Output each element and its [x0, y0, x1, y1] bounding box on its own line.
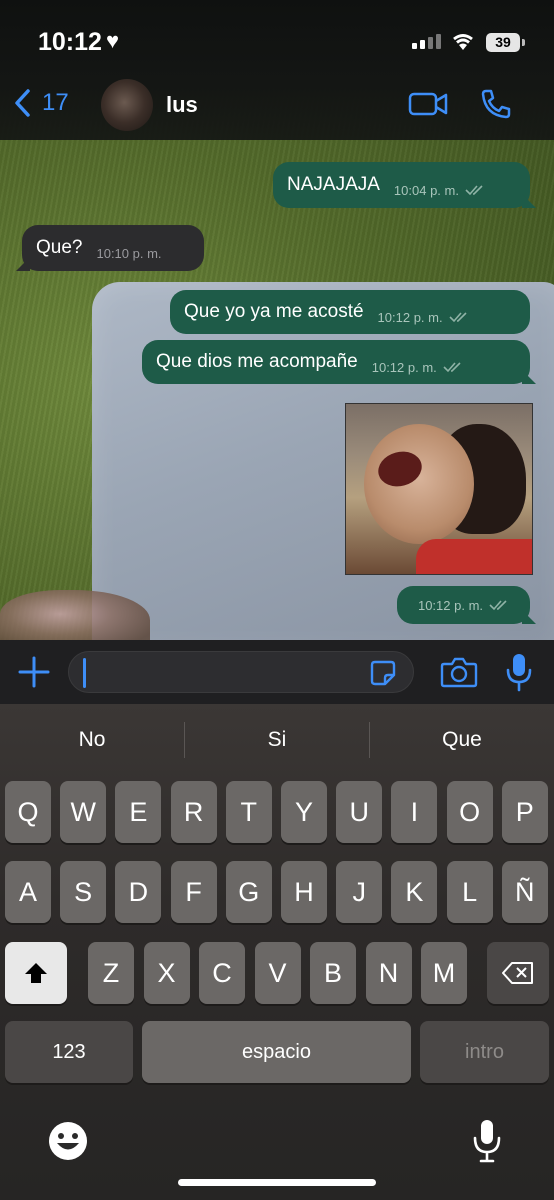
- letter-key[interactable]: G: [225, 861, 272, 923]
- letter-key[interactable]: W: [60, 781, 107, 843]
- message-bubble-incoming[interactable]: Que? 10:10 p. m.: [16, 225, 204, 271]
- double-check-icon: [443, 362, 461, 373]
- letter-key[interactable]: H: [281, 861, 327, 923]
- letter-key[interactable]: X: [143, 942, 190, 1004]
- letter-key[interactable]: S: [60, 861, 107, 923]
- letter-key[interactable]: A: [5, 861, 51, 923]
- letter-key[interactable]: V: [254, 942, 301, 1004]
- heart-icon: ♥: [106, 28, 120, 53]
- return-key[interactable]: intro: [420, 1021, 549, 1083]
- message-meta: 10:12 p. m.: [418, 598, 509, 613]
- message-meta: 10:12 p. m.: [372, 360, 463, 375]
- camera-icon[interactable]: [440, 656, 478, 688]
- message-bubble-outgoing[interactable]: NAJAJAJA 10:04 p. m.: [273, 162, 536, 208]
- emoji-icon[interactable]: [47, 1120, 89, 1162]
- message-input[interactable]: [68, 651, 414, 693]
- top-bar: [0, 0, 554, 140]
- back-button[interactable]: 17: [12, 88, 69, 118]
- letter-key[interactable]: Q: [5, 781, 51, 843]
- letter-key[interactable]: E: [115, 781, 162, 843]
- message-time: 10:12 p. m.: [371, 359, 437, 375]
- message-time: 10:12 p. m.: [417, 597, 484, 613]
- letter-key[interactable]: D: [115, 861, 162, 923]
- delete-key[interactable]: [487, 942, 549, 1004]
- letter-key[interactable]: I: [391, 781, 438, 843]
- cellular-signal-icon: [412, 34, 441, 49]
- numbers-key[interactable]: 123: [5, 1021, 133, 1083]
- home-indicator: [178, 1179, 376, 1186]
- message-text: Que?: [36, 237, 83, 258]
- suggestion-1[interactable]: No: [0, 728, 184, 752]
- photo-face: [364, 424, 474, 544]
- letter-key[interactable]: U: [336, 781, 383, 843]
- message-meta: 10:04 p. m.: [394, 183, 485, 198]
- letter-key[interactable]: M: [421, 942, 467, 1004]
- contact-avatar[interactable]: [101, 79, 153, 131]
- letter-key[interactable]: P: [501, 781, 548, 843]
- message-text: Que dios me acompañe: [156, 351, 358, 372]
- message-bubble-outgoing[interactable]: Que yo ya me acosté 10:12 p. m.: [170, 290, 530, 334]
- message-meta: 10:10 p. m.: [96, 246, 161, 261]
- letter-key[interactable]: Ñ: [501, 861, 548, 923]
- double-check-icon: [489, 600, 507, 611]
- sticker-icon[interactable]: [370, 660, 396, 686]
- double-check-icon: [465, 185, 483, 196]
- letter-key[interactable]: C: [199, 942, 245, 1004]
- letter-key[interactable]: O: [446, 781, 493, 843]
- message-time: 10:10 p. m.: [96, 245, 162, 261]
- letter-key[interactable]: J: [336, 861, 383, 923]
- letter-key[interactable]: R: [170, 781, 217, 843]
- wifi-icon: [453, 34, 473, 50]
- backspace-icon: [502, 962, 533, 984]
- message-bubble-outgoing[interactable]: Que dios me acompañe 10:12 p. m.: [142, 340, 536, 384]
- plus-icon[interactable]: [18, 656, 50, 688]
- message-text: NAJAJAJA: [287, 174, 380, 195]
- dictation-mic-icon[interactable]: [472, 1118, 502, 1164]
- letter-key[interactable]: F: [170, 861, 217, 923]
- back-count: 17: [42, 89, 69, 116]
- message-text: Que yo ya me acosté: [184, 301, 364, 322]
- message-bubble-outgoing[interactable]: 10:12 p. m.: [397, 586, 536, 624]
- video-call-icon[interactable]: [408, 90, 448, 118]
- double-check-icon: [449, 312, 467, 323]
- contact-name[interactable]: lus: [166, 92, 198, 118]
- letter-key[interactable]: T: [225, 781, 272, 843]
- letter-key[interactable]: K: [391, 861, 438, 923]
- microphone-icon[interactable]: [505, 652, 533, 692]
- image-message[interactable]: [345, 403, 533, 575]
- shift-key[interactable]: [5, 942, 67, 1004]
- shift-icon: [25, 963, 47, 983]
- letter-key[interactable]: Y: [281, 781, 327, 843]
- message-meta: 10:12 p. m.: [378, 310, 469, 325]
- phone-call-icon[interactable]: [480, 88, 512, 120]
- photo-shirt: [416, 539, 532, 574]
- letter-key[interactable]: N: [365, 942, 412, 1004]
- letter-key[interactable]: B: [310, 942, 356, 1004]
- message-time: 10:04 p. m.: [393, 182, 459, 198]
- status-time: 10:12: [38, 28, 102, 56]
- text-cursor: [83, 658, 86, 688]
- message-time: 10:12 p. m.: [377, 309, 443, 325]
- battery-indicator: 39: [486, 33, 525, 52]
- space-key[interactable]: espacio: [142, 1021, 411, 1083]
- suggestion-3[interactable]: Que: [370, 728, 554, 752]
- chevron-left-icon: [15, 89, 30, 117]
- suggestion-2[interactable]: Si: [185, 728, 369, 752]
- letter-key[interactable]: L: [446, 861, 493, 923]
- letter-key[interactable]: Z: [88, 942, 134, 1004]
